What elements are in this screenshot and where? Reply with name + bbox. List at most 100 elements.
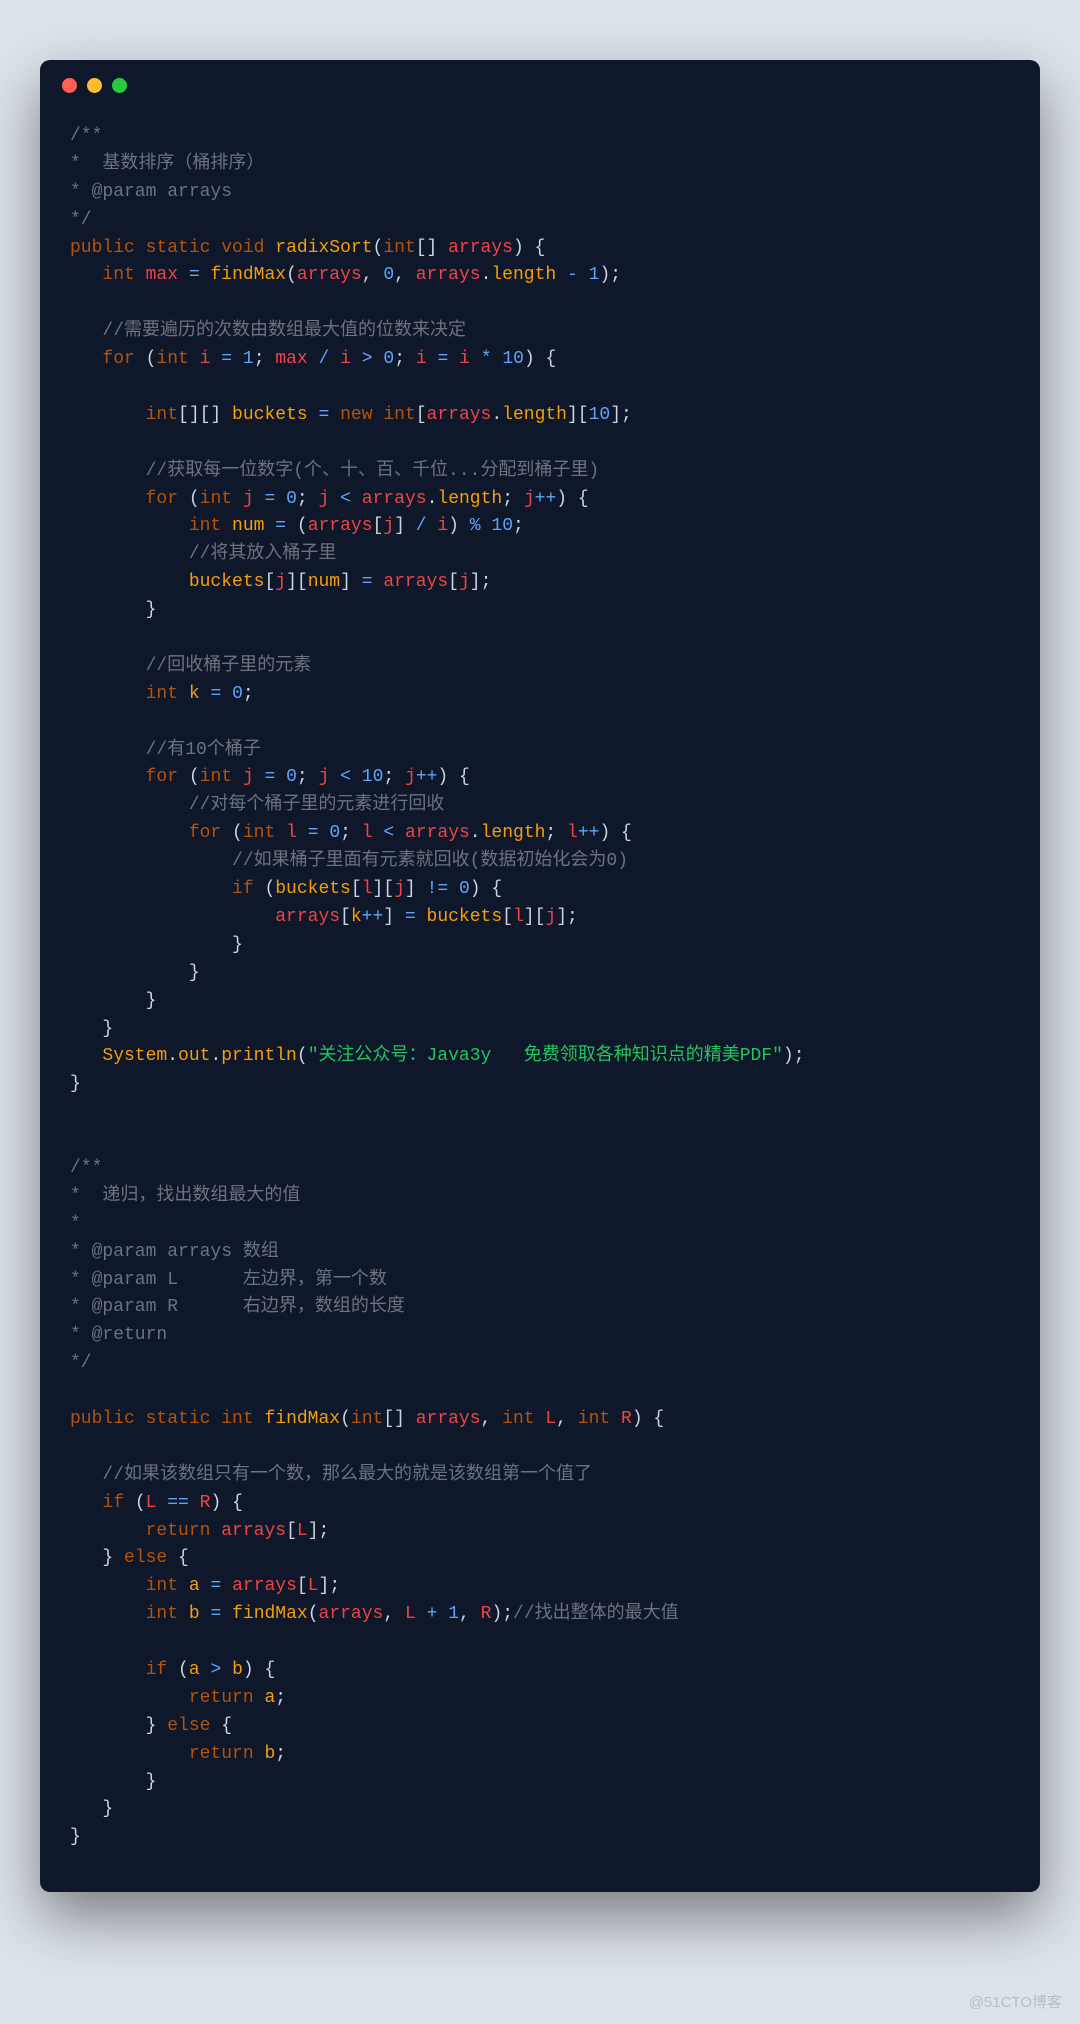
var-j: j [545, 907, 556, 927]
var-a: a [189, 1576, 200, 1596]
op-plus: + [427, 1604, 438, 1624]
kw-if: if [146, 1660, 168, 1680]
param-l: L [545, 1409, 556, 1429]
type-int: int [146, 1604, 178, 1624]
prop-length: length [437, 489, 502, 509]
var-l: L [308, 1576, 319, 1596]
param-arrays: arrays [416, 1409, 481, 1429]
num-0: 0 [232, 684, 243, 704]
var-l: l [513, 907, 524, 927]
num-1: 1 [448, 1604, 459, 1624]
arg-arrays: arrays [416, 265, 481, 285]
var-buckets: buckets [427, 907, 503, 927]
arg-arrays: arrays [405, 823, 470, 843]
kw-if: if [232, 879, 254, 899]
arg-arrays: arrays [362, 489, 427, 509]
field-out: out [178, 1046, 210, 1066]
doc-line: * @param R 右边界，数组的长度 [70, 1297, 405, 1317]
param-arrays: arrays [448, 238, 513, 258]
arg-arrays: arrays [383, 572, 448, 592]
kw-public: public [70, 238, 135, 258]
var-a: a [264, 1688, 275, 1708]
kw-if: if [102, 1493, 124, 1513]
type-int: int [383, 238, 415, 258]
doc-line: * 递归，找出数组最大的值 [70, 1186, 300, 1206]
num-0: 0 [329, 823, 340, 843]
call-println: println [221, 1046, 297, 1066]
call-findmax: findMax [232, 1604, 308, 1624]
op-assign: = [362, 572, 373, 592]
maximize-icon[interactable] [112, 78, 127, 93]
var-l: l [362, 879, 373, 899]
minimize-icon[interactable] [87, 78, 102, 93]
doc-line: /** [70, 126, 102, 146]
var-i: i [200, 349, 211, 369]
doc-line: * @param arrays 数组 [70, 1242, 279, 1262]
num-0: 0 [383, 349, 394, 369]
num-1: 1 [243, 349, 254, 369]
window-titlebar [40, 60, 1040, 93]
num-0: 0 [383, 265, 394, 285]
var-l: l [362, 823, 373, 843]
var-num: num [308, 572, 340, 592]
var-b: b [189, 1604, 200, 1624]
num-10: 10 [589, 405, 611, 425]
class-system: System [102, 1046, 167, 1066]
op-inc: ++ [578, 823, 600, 843]
var-k: k [189, 684, 200, 704]
close-icon[interactable] [62, 78, 77, 93]
kw-return: return [189, 1744, 254, 1764]
num-10: 10 [502, 349, 524, 369]
op-div: / [416, 516, 427, 536]
op-assign: = [275, 516, 286, 536]
comment: //将其放入桶子里 [189, 544, 337, 564]
arg-arrays: arrays [427, 405, 492, 425]
code-window: /** * 基数排序（桶排序） * @param arrays */ publi… [40, 60, 1040, 1892]
var-i: i [340, 349, 351, 369]
op-lt: < [340, 489, 351, 509]
op-gt: > [362, 349, 373, 369]
op-assign: = [210, 1576, 221, 1596]
prop-length: length [491, 265, 556, 285]
num-10: 10 [491, 516, 513, 536]
var-l: L [297, 1521, 308, 1541]
op-assign: = [189, 265, 200, 285]
kw-new: new [340, 405, 372, 425]
var-j: j [383, 516, 394, 536]
doc-line: */ [70, 210, 92, 230]
arg-arrays: arrays [319, 1604, 384, 1624]
var-b: b [264, 1744, 275, 1764]
op-inc: ++ [416, 767, 438, 787]
op-eq: == [167, 1493, 189, 1513]
op-assign: = [405, 907, 416, 927]
var-j: j [524, 489, 535, 509]
op-assign: = [264, 489, 275, 509]
var-j: j [243, 767, 254, 787]
var-num: num [232, 516, 264, 536]
var-j: j [459, 572, 470, 592]
kw-for: for [146, 767, 178, 787]
comment: //回收桶子里的元素 [146, 656, 312, 676]
op-assign: = [210, 684, 221, 704]
fn-findmax: findMax [264, 1409, 340, 1429]
type-int: int [351, 1409, 383, 1429]
type-int: int [383, 405, 415, 425]
type-int: int [578, 1409, 610, 1429]
op-assign: = [308, 823, 319, 843]
kw-else: else [124, 1548, 167, 1568]
op-lt: < [340, 767, 351, 787]
var-a: a [189, 1660, 200, 1680]
var-l: l [286, 823, 297, 843]
var-j: j [319, 489, 330, 509]
op-inc: ++ [535, 489, 557, 509]
var-r: R [200, 1493, 211, 1513]
op-gt: > [210, 1660, 221, 1680]
comment: //有10个桶子 [146, 740, 261, 760]
num-0: 0 [286, 489, 297, 509]
op-neq: != [427, 879, 449, 899]
kw-return: return [146, 1521, 211, 1541]
var-l: L [146, 1493, 157, 1513]
var-buckets: buckets [275, 879, 351, 899]
kw-for: for [102, 349, 134, 369]
var-i: i [416, 349, 427, 369]
